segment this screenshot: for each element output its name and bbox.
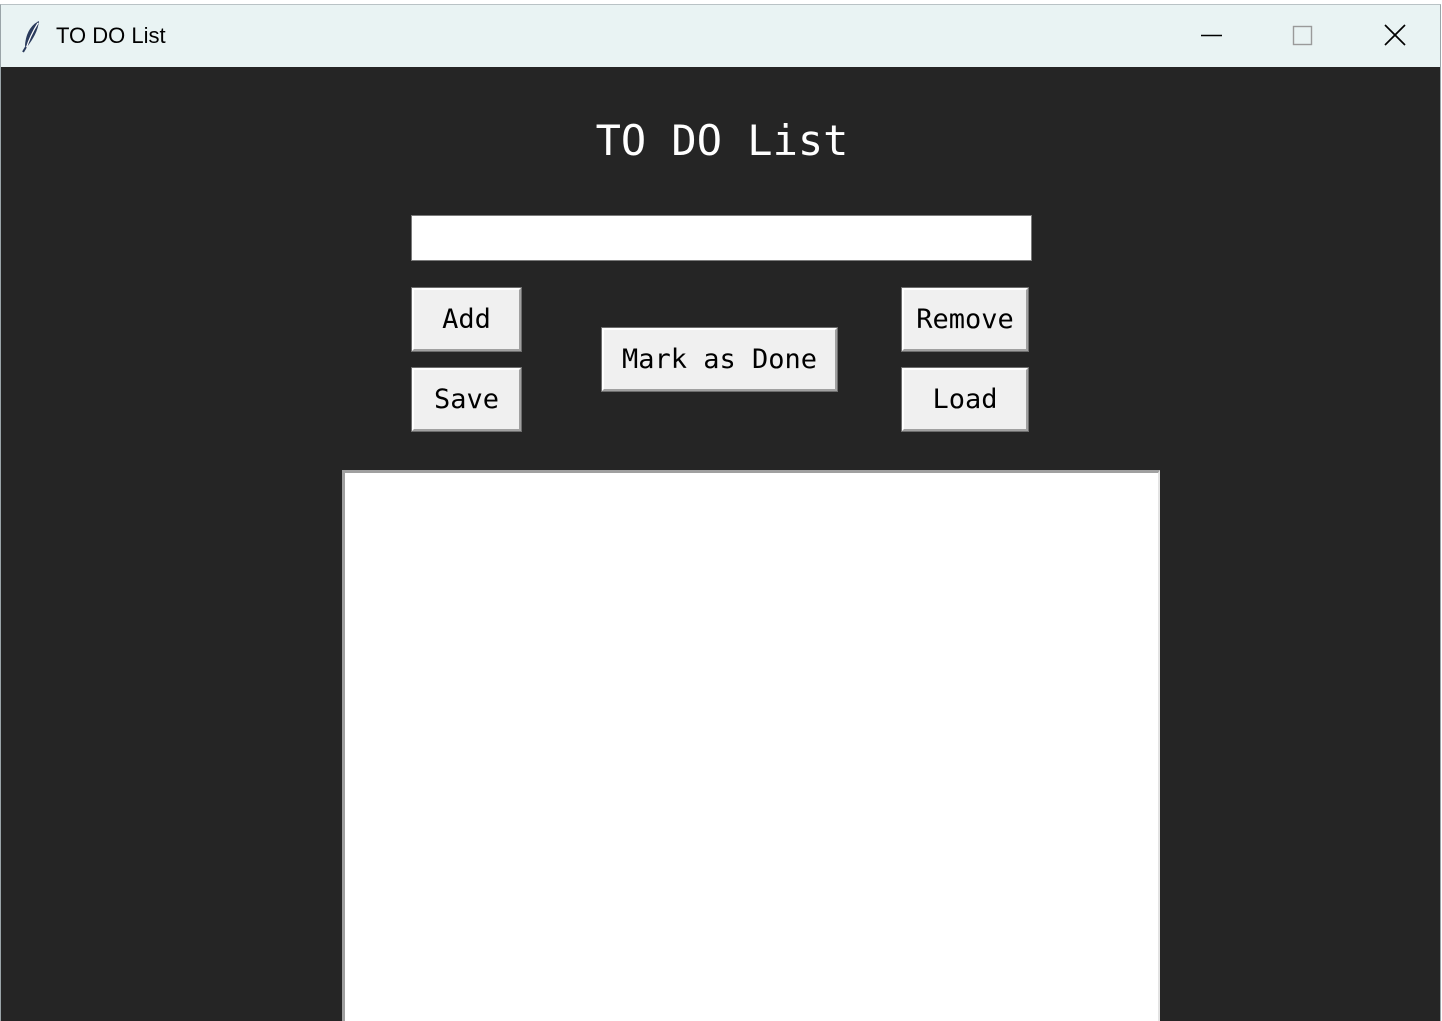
window-title: TO DO List [56,23,166,48]
add-button[interactable]: Add [412,288,521,351]
title-bar[interactable]: TO DO List [1,5,1440,67]
feather-icon [19,19,45,53]
task-input[interactable] [411,215,1032,261]
maximize-button[interactable] [1257,5,1349,67]
app-body: TO DO List Add Save Mark as Done Remove … [1,67,1440,1021]
remove-button[interactable]: Remove [902,288,1028,351]
minimize-button[interactable] [1165,5,1257,67]
task-listbox[interactable] [342,470,1160,1021]
page-title: TO DO List [595,116,849,165]
app-window: TO DO List TO DO List Add Save Mark as D… [0,4,1441,1021]
load-button[interactable]: Load [902,368,1028,431]
mark-as-done-button[interactable]: Mark as Done [602,328,837,391]
close-button[interactable] [1349,5,1440,67]
save-button[interactable]: Save [412,368,521,431]
